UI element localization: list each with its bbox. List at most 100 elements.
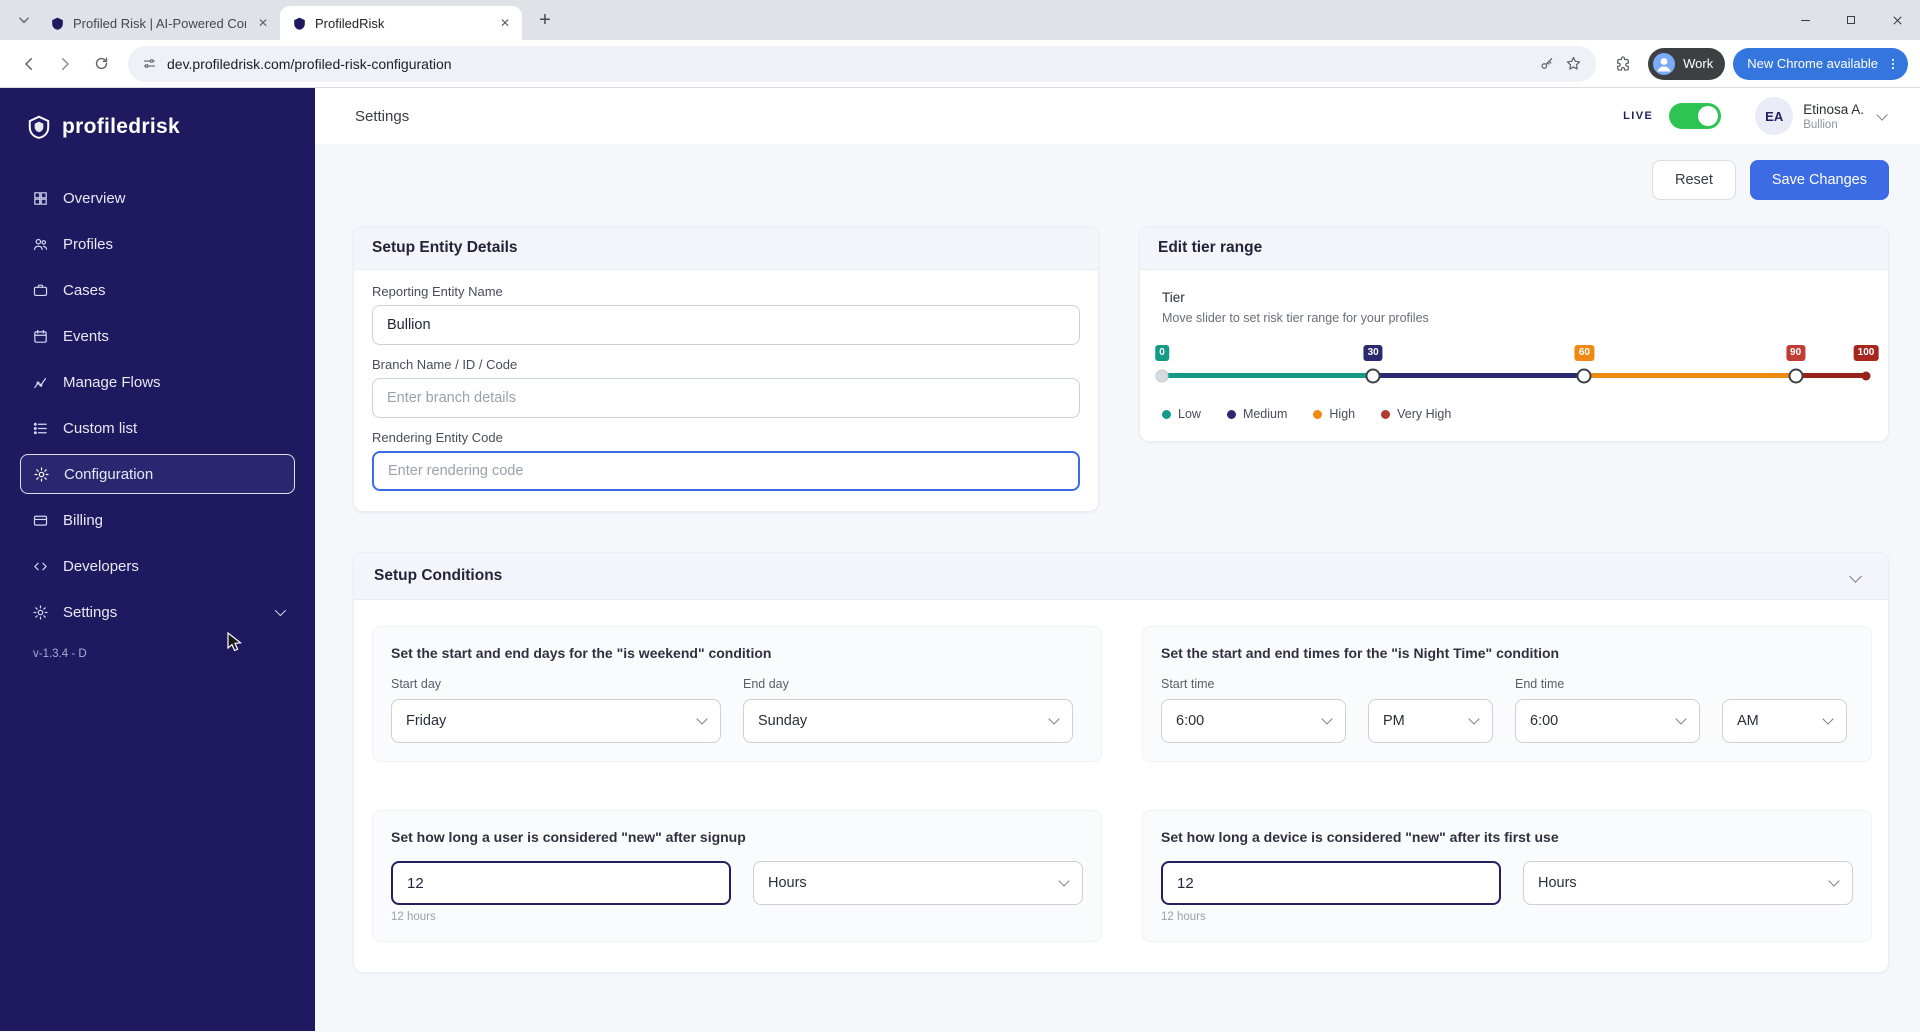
user-name: Etinosa A.: [1803, 101, 1864, 117]
app-logo[interactable]: profiledrisk: [20, 114, 295, 140]
browser-tab-active[interactable]: ProfiledRisk ✕: [280, 6, 522, 40]
url-text[interactable]: dev.profiledrisk.com/profiled-risk-confi…: [167, 56, 1529, 72]
end-meridiem-select[interactable]: AM: [1722, 699, 1847, 743]
back-icon[interactable]: [12, 47, 46, 81]
sidebar-item-cases[interactable]: Cases: [20, 270, 295, 310]
sidebar-item-label: Cases: [63, 281, 106, 299]
device-new-unit-select[interactable]: Hours: [1523, 861, 1853, 905]
slider-handle-90[interactable]: [1788, 368, 1804, 383]
duration-helper-text: 12 hours: [391, 911, 436, 923]
window-minimize-button[interactable]: [1782, 0, 1828, 40]
device-new-duration-input[interactable]: [1161, 861, 1501, 905]
browser-tab-bar: Profiled Risk | AI-Powered Cont... ✕ Pro…: [0, 0, 1920, 40]
user-new-unit-select[interactable]: Hours: [753, 861, 1083, 905]
chevron-down-icon: [1822, 713, 1834, 725]
chrome-update-button[interactable]: New Chrome available: [1733, 47, 1908, 80]
branch-name-input[interactable]: [372, 378, 1080, 418]
live-toggle[interactable]: [1669, 103, 1722, 129]
gear-icon: [33, 466, 51, 483]
reload-icon[interactable]: [84, 47, 118, 81]
password-key-icon[interactable]: [1539, 56, 1555, 72]
profile-label: Work: [1683, 56, 1714, 71]
end-time-select[interactable]: 6:00: [1515, 699, 1700, 743]
tab-close-icon[interactable]: ✕: [496, 14, 514, 32]
rendering-entity-code-input[interactable]: [372, 451, 1080, 491]
selected-value: Hours: [768, 875, 807, 891]
page-title: Settings: [355, 107, 410, 125]
sidebar: profiledrisk Overview Profiles Cases Eve…: [0, 88, 315, 1031]
credit-card-icon: [32, 512, 50, 529]
start-day-select[interactable]: Friday: [391, 699, 721, 743]
forward-icon[interactable]: [48, 47, 82, 81]
sidebar-item-custom-list[interactable]: Custom list: [20, 408, 295, 448]
list-icon: [32, 420, 50, 437]
window-close-button[interactable]: [1874, 0, 1920, 40]
selected-value: 6:00: [1530, 713, 1559, 729]
user-new-duration-input[interactable]: [391, 861, 731, 905]
slider-handle-start[interactable]: [1155, 369, 1169, 382]
panel-title: Set the start and end days for the "is w…: [391, 645, 772, 661]
slider-segment-medium: [1373, 373, 1585, 378]
slider-segment-very-high: [1795, 373, 1866, 378]
browser-tab-inactive[interactable]: Profiled Risk | AI-Powered Cont... ✕: [38, 6, 280, 40]
slider-handle-30[interactable]: [1365, 368, 1381, 383]
sidebar-item-profiles[interactable]: Profiles: [20, 224, 295, 264]
browser-profile-chip[interactable]: Work: [1648, 47, 1726, 80]
selected-value: AM: [1737, 713, 1759, 729]
address-bar[interactable]: dev.profiledrisk.com/profiled-risk-confi…: [128, 45, 1597, 82]
live-label: LIVE: [1623, 110, 1654, 122]
tab-title: Profiled Risk | AI-Powered Cont...: [73, 15, 246, 31]
sidebar-nav: Overview Profiles Cases Events Manage Fl…: [20, 178, 295, 632]
sidebar-item-developers[interactable]: Developers: [20, 546, 295, 586]
sidebar-item-configuration[interactable]: Configuration: [20, 454, 295, 494]
collapse-chevron-icon[interactable]: [1849, 569, 1862, 583]
selected-value: Friday: [406, 713, 447, 729]
new-tab-button[interactable]: +: [530, 5, 560, 35]
sidebar-item-events[interactable]: Events: [20, 316, 295, 356]
chevron-down-icon: [1675, 713, 1687, 725]
weekend-condition-panel: Set the start and end days for the "is w…: [372, 626, 1102, 762]
new-device-duration-panel: Set how long a device is considered "new…: [1142, 810, 1872, 942]
sidebar-item-label: Configuration: [64, 465, 154, 483]
app-header: Settings LIVE EA Etinosa A. Bullion: [315, 88, 1920, 144]
start-meridiem-select[interactable]: PM: [1368, 699, 1493, 743]
kebab-menu-icon[interactable]: [1886, 57, 1900, 71]
bookmark-star-icon[interactable]: [1565, 55, 1582, 72]
panel-title: Set how long a device is considered "new…: [1161, 829, 1559, 845]
slider-handle-end[interactable]: [1861, 371, 1871, 380]
sidebar-item-overview[interactable]: Overview: [20, 178, 295, 218]
duration-helper-text: 12 hours: [1161, 911, 1206, 923]
field-label: End day: [743, 677, 789, 691]
briefcase-icon: [32, 282, 50, 299]
start-time-select[interactable]: 6:00: [1161, 699, 1346, 743]
reset-button[interactable]: Reset: [1651, 160, 1736, 200]
tab-close-icon[interactable]: ✕: [254, 14, 272, 32]
sidebar-item-manage-flows[interactable]: Manage Flows: [20, 362, 295, 402]
slider-handle-60[interactable]: [1576, 368, 1592, 383]
legend-label: High: [1329, 407, 1356, 421]
window-maximize-button[interactable]: [1828, 0, 1874, 40]
users-icon: [32, 236, 50, 253]
extensions-puzzle-icon[interactable]: [1606, 47, 1640, 81]
mouse-cursor: [226, 632, 244, 654]
legend-label: Low: [1178, 407, 1201, 421]
tier-range-slider[interactable]: 0 30 60 90 100: [1155, 341, 1879, 393]
sidebar-item-billing[interactable]: Billing: [20, 500, 295, 540]
slider-segment-high: [1584, 373, 1796, 378]
tier-value-badge: 0: [1155, 345, 1169, 361]
save-changes-button[interactable]: Save Changes: [1749, 160, 1889, 200]
site-info-icon[interactable]: [142, 56, 157, 71]
sidebar-item-settings[interactable]: Settings: [20, 592, 295, 632]
reporting-entity-name-input[interactable]: [372, 305, 1080, 345]
card-title: Setup Conditions: [374, 567, 503, 584]
tab-search-icon[interactable]: [10, 6, 38, 34]
tier-range-card: Edit tier range Tier Move slider to set …: [1139, 226, 1889, 442]
tab-title: ProfiledRisk: [315, 15, 385, 31]
chevron-down-icon[interactable]: [1876, 108, 1888, 121]
selected-value: Hours: [1538, 875, 1577, 891]
end-day-select[interactable]: Sunday: [743, 699, 1073, 743]
user-menu[interactable]: EA Etinosa A. Bullion: [1755, 97, 1888, 135]
logo-text: profiledrisk: [62, 115, 180, 138]
toggle-knob: [1698, 106, 1719, 126]
sidebar-item-label: Developers: [63, 557, 139, 575]
